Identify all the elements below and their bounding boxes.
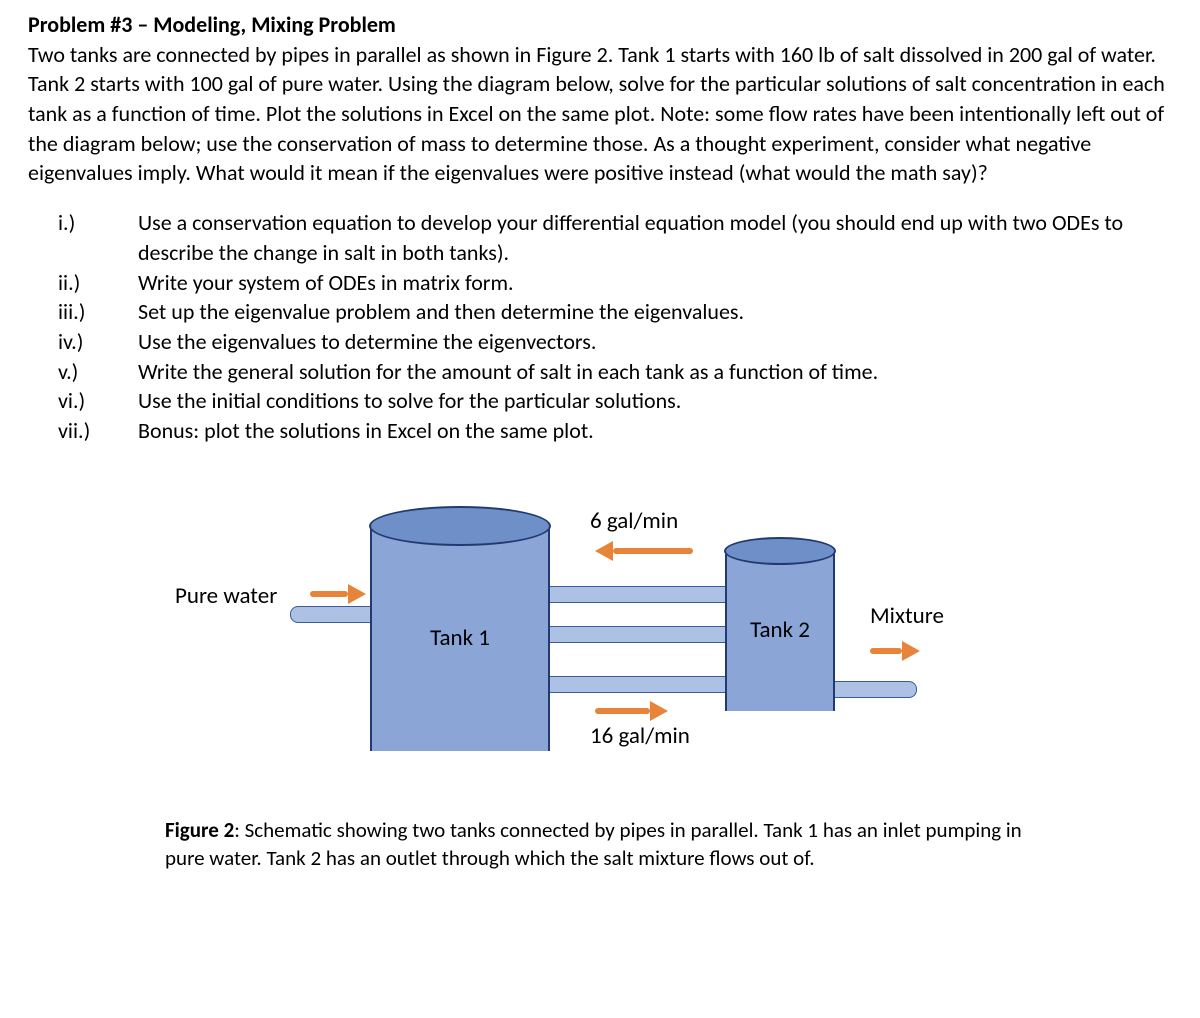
tank-1-label: Tank 1 bbox=[430, 623, 490, 654]
tank-2-label: Tank 2 bbox=[750, 615, 810, 646]
figure-2: Tank 1 Tank 2 Pure water Mixture 6 gal/m… bbox=[28, 486, 1172, 873]
caption-body: : Schematic showing two tanks connected … bbox=[165, 817, 1022, 871]
task-number: vii.) bbox=[58, 416, 128, 446]
arrow-top bbox=[595, 541, 693, 561]
pipe-outlet bbox=[825, 681, 917, 698]
mixture-label: Mixture bbox=[870, 601, 944, 632]
task-text: Write your system of ODEs in matrix form… bbox=[138, 268, 1172, 298]
pipe-top bbox=[535, 586, 747, 603]
task-number: iv.) bbox=[58, 327, 128, 357]
problem-body: Two tanks are connected by pipes in para… bbox=[28, 41, 1165, 187]
task-text: Bonus: plot the solutions in Excel on th… bbox=[138, 416, 1172, 446]
pipe-bot bbox=[535, 676, 747, 693]
task-text: Use the eigenvalues to determine the eig… bbox=[138, 327, 1172, 357]
arrow-bot bbox=[595, 701, 668, 721]
task-text: Use the initial conditions to solve for … bbox=[138, 386, 1172, 416]
flow-bot-label: 16 gal/min bbox=[590, 721, 690, 752]
arrow-inlet bbox=[310, 584, 366, 604]
tank-2: Tank 2 bbox=[725, 551, 835, 711]
task-number: iii.) bbox=[58, 297, 128, 327]
task-number: v.) bbox=[58, 357, 128, 387]
task-number: ii.) bbox=[58, 268, 128, 298]
flow-top-label: 6 gal/min bbox=[590, 506, 678, 537]
pipe-mid bbox=[535, 626, 747, 643]
arrow-outlet bbox=[870, 641, 920, 661]
figure-caption: Figure 2: Schematic showing two tanks co… bbox=[165, 816, 1035, 873]
task-list: i.) Use a conservation equation to devel… bbox=[58, 208, 1172, 446]
caption-lead: Figure 2 bbox=[165, 817, 234, 843]
problem-title: Problem #3 – Modeling, Mixing Problem bbox=[28, 11, 396, 38]
problem-page: Problem #3 – Modeling, Mixing Problem Tw… bbox=[0, 0, 1200, 892]
figure-stage: Tank 1 Tank 2 Pure water Mixture 6 gal/m… bbox=[165, 486, 1035, 806]
task-number: vi.) bbox=[58, 386, 128, 416]
task-text: Write the general solution for the amoun… bbox=[138, 357, 1172, 387]
task-text: Set up the eigenvalue problem and then d… bbox=[138, 297, 1172, 327]
task-number: i.) bbox=[58, 208, 128, 267]
tank-1: Tank 1 bbox=[370, 526, 550, 751]
pure-water-label: Pure water bbox=[175, 581, 277, 612]
task-text: Use a conservation equation to develop y… bbox=[138, 208, 1172, 267]
problem-intro: Problem #3 – Modeling, Mixing Problem Tw… bbox=[28, 10, 1172, 188]
